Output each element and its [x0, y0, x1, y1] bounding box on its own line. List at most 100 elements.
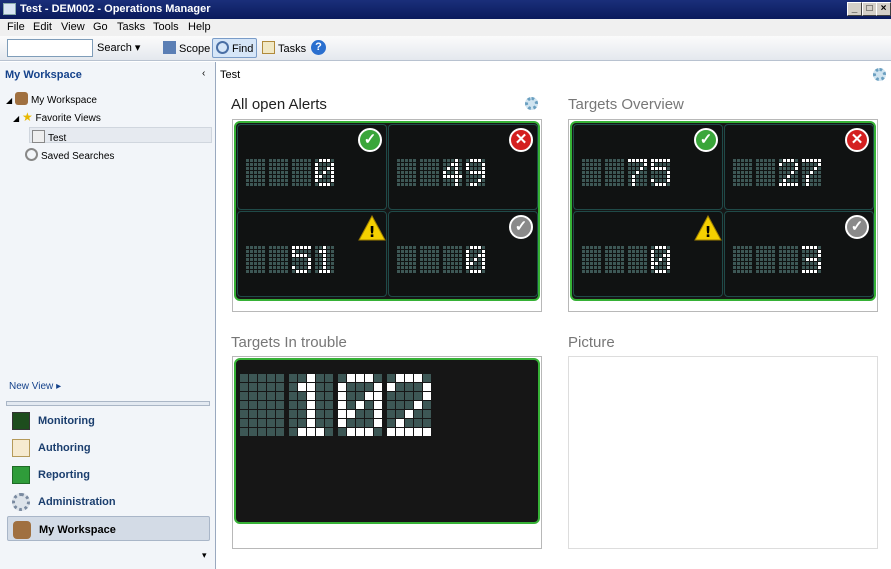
panel-title-trouble: Targets In trouble [231, 334, 347, 351]
led-on [308, 266, 311, 269]
led-off [327, 250, 330, 253]
led-off [254, 175, 257, 178]
led-off [405, 392, 413, 400]
wunderbar-authoring[interactable]: Authoring [7, 435, 210, 460]
led-off [594, 250, 597, 253]
wunderbar-label: Administration [38, 496, 116, 508]
search-button[interactable]: Search ▾ [97, 41, 140, 54]
led-off [331, 159, 334, 162]
menu-view[interactable]: View [61, 21, 85, 33]
led-off [783, 250, 786, 253]
led-off [810, 183, 813, 186]
wunderbar-administration[interactable]: Administration [7, 489, 210, 514]
find-button[interactable]: Find [212, 38, 258, 58]
led-off [733, 270, 736, 273]
led-off [281, 159, 284, 162]
tree-item-my-workspace[interactable]: ◢ My Workspace [6, 92, 97, 106]
led-off [745, 250, 748, 253]
led-off [276, 419, 284, 427]
settings-gear-icon[interactable] [873, 68, 886, 81]
led-off [455, 262, 458, 265]
led-off [304, 183, 307, 186]
new-view-link[interactable]: New View ▸ [9, 381, 61, 392]
counter-digits [582, 246, 670, 273]
led-off [814, 175, 817, 178]
led-off [347, 401, 355, 409]
warning-icon: ! [694, 214, 722, 241]
led-on [783, 183, 786, 186]
led-off [582, 258, 585, 261]
led-off [737, 262, 740, 265]
dashboard-icon [32, 130, 45, 143]
panel-gear-icon[interactable] [525, 97, 538, 110]
led-off [733, 159, 736, 162]
menu-tools[interactable]: Tools [153, 21, 179, 33]
led-off [764, 175, 767, 178]
led-off [319, 163, 322, 166]
led-off [598, 258, 601, 261]
tasks-button[interactable]: Tasks [262, 41, 306, 55]
overflow-chevron-icon[interactable]: ▾ [202, 550, 207, 561]
led-on [414, 401, 422, 409]
led-on [327, 183, 330, 186]
led-off [791, 254, 794, 257]
collapse-pane-icon[interactable]: ‹ [202, 68, 205, 79]
tree-item-saved-searches[interactable]: Saved Searches [25, 148, 114, 162]
led-off [636, 246, 639, 249]
led-off [760, 159, 763, 162]
led-off [459, 183, 462, 186]
tree-item-test[interactable]: Test [29, 127, 212, 144]
led-off [764, 246, 767, 249]
menu-edit[interactable]: Edit [33, 21, 52, 33]
wunderbar-my-workspace[interactable]: My Workspace [7, 516, 210, 541]
menu-file[interactable]: File [7, 21, 25, 33]
led-off [451, 167, 454, 170]
led-off [632, 250, 635, 253]
menu-tasks[interactable]: Tasks [117, 21, 145, 33]
help-icon[interactable]: ? [311, 40, 326, 55]
led-off [273, 270, 276, 273]
led-off [745, 163, 748, 166]
led-off [249, 419, 257, 427]
led-off [451, 183, 454, 186]
menu-go[interactable]: Go [93, 21, 108, 33]
led-on [779, 183, 782, 186]
led-off [621, 262, 624, 265]
led-off [749, 262, 752, 265]
led-off [749, 171, 752, 174]
splitter[interactable] [6, 401, 210, 406]
led-off [277, 179, 280, 182]
led-off [745, 167, 748, 170]
led-on [459, 175, 462, 178]
led-off [240, 392, 248, 400]
led-off [651, 171, 654, 174]
led-off [292, 179, 295, 182]
led-off [737, 179, 740, 182]
minimize-button[interactable]: _ [847, 2, 862, 16]
led-on [470, 171, 473, 174]
led-off [640, 266, 643, 269]
led-off [644, 254, 647, 257]
search-input[interactable] [7, 39, 93, 57]
wunderbar-monitoring[interactable]: Monitoring [7, 408, 210, 433]
maximize-button[interactable]: □ [862, 2, 877, 16]
led-off [414, 410, 422, 418]
led-off [741, 266, 744, 269]
led-on [628, 159, 631, 162]
led-off [296, 179, 299, 182]
nav-pane-header: My Workspace [5, 69, 82, 81]
scope-button[interactable]: Scope [163, 41, 210, 55]
led-off [246, 270, 249, 273]
ok-check-icon: ✓ [694, 128, 718, 152]
led-off [273, 250, 276, 253]
close-button[interactable]: × [876, 2, 891, 16]
wunderbar-reporting[interactable]: Reporting [7, 462, 210, 487]
led-off [436, 254, 439, 257]
led-off [628, 250, 631, 253]
tree-item-favorite-views[interactable]: ◢ ★ Favorite Views [13, 110, 101, 124]
menu-help[interactable]: Help [188, 21, 211, 33]
led-off [594, 171, 597, 174]
led-off [296, 163, 299, 166]
led-on [347, 374, 355, 382]
led-off [760, 163, 763, 166]
